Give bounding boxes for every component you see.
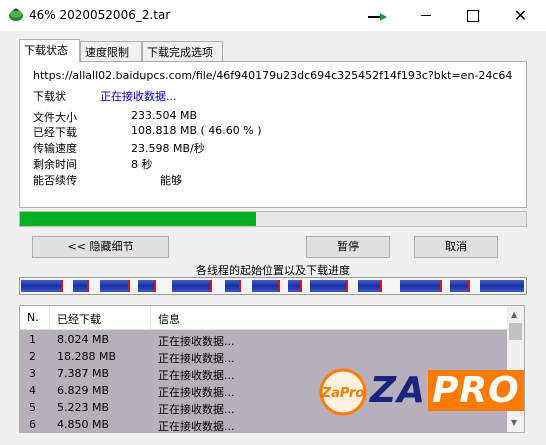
row-info: 正在接收数据...: [158, 403, 235, 416]
thread-marker: [87, 280, 89, 292]
row-downloaded: 5.223 MB: [57, 401, 110, 414]
column-header-info[interactable]: 信息: [158, 311, 180, 327]
column-divider[interactable]: [49, 306, 50, 330]
thread-segment: [138, 280, 154, 292]
pause-button[interactable]: 暂停: [306, 236, 390, 258]
tab-completion-options[interactable]: 下载完成选项: [142, 41, 223, 61]
row-downloaded: 7.387 MB: [57, 367, 110, 380]
thread-segment: [100, 280, 128, 292]
thread-segment: [73, 280, 87, 292]
tab-speed-limit[interactable]: 速度限制: [80, 41, 142, 61]
download-dialog: 下载状态 速度限制 下载完成选项 https://allall02.baidup…: [0, 31, 546, 445]
tab-download-status[interactable]: 下载状态: [19, 39, 80, 62]
table-row[interactable]: 6 4.850 MB 正在接收数据...: [20, 416, 507, 433]
column-header-number[interactable]: N.: [27, 311, 39, 324]
status-value: 正在接收数据...: [100, 90, 177, 103]
row-downloaded: 4.850 MB: [57, 418, 110, 431]
close-button[interactable]: ✕: [495, 0, 546, 31]
idm-app-icon: [9, 8, 23, 21]
column-divider[interactable]: [150, 306, 151, 330]
thread-marker: [154, 280, 156, 292]
thread-marker: [61, 280, 63, 292]
window-title: 46% 2020052006_2.tar: [29, 8, 171, 22]
row-downloaded: 8.024 MB: [57, 333, 110, 346]
list-header: N. 已经下载 信息: [20, 306, 507, 330]
thread-marker: [210, 280, 212, 292]
row-number: 6: [29, 418, 36, 431]
thread-marker: [468, 280, 470, 292]
thread-marker: [128, 280, 130, 292]
status-panel: https://allall02.baidupcs.com/file/46f94…: [19, 61, 527, 208]
row-info: 正在接收数据...: [158, 352, 235, 365]
row-number: 5: [29, 401, 36, 414]
remaining-time-label: 剩余时间: [33, 158, 77, 171]
thread-marker: [346, 280, 348, 292]
scrollbar-thumb[interactable]: [509, 323, 522, 340]
thread-segment: [400, 280, 440, 292]
badge-text: ZaPro: [321, 386, 365, 401]
download-url: https://allall02.baidupcs.com/file/46f94…: [33, 69, 513, 82]
thread-segment: [450, 280, 468, 292]
thread-segment: [172, 280, 210, 292]
hide-details-button[interactable]: << 隐藏细节: [32, 236, 169, 258]
file-size-value: 233.504 MB: [131, 109, 198, 122]
speed-value: 23.598 MB/秒: [131, 142, 205, 155]
table-row[interactable]: 2 18.288 MB 正在接收数据...: [20, 348, 507, 365]
row-info: 正在接收数据...: [158, 335, 235, 348]
speed-label: 传输速度: [33, 142, 77, 155]
resume-label: 能否续传: [33, 174, 77, 187]
logo-za: ZA: [370, 370, 426, 411]
download-progress-bar: [19, 211, 527, 227]
zapro-badge-icon: ZaPro: [319, 368, 367, 416]
thread-segment: [480, 280, 524, 292]
thread-segment: [225, 280, 239, 292]
scroll-up-icon[interactable]: ▲: [511, 310, 517, 319]
thread-segment: [21, 280, 61, 292]
table-row[interactable]: 1 8.024 MB 正在接收数据...: [20, 331, 507, 348]
scroll-down-icon[interactable]: ▼: [511, 418, 517, 427]
row-number: 2: [29, 350, 36, 363]
thread-segment: [252, 280, 278, 292]
progress-fill: [20, 212, 256, 226]
row-number: 3: [29, 367, 36, 380]
downloaded-value: 108.818 MB ( 46.60 % ): [131, 124, 262, 137]
vertical-scrollbar[interactable]: ▲ ▼: [507, 306, 524, 432]
row-number: 4: [29, 384, 36, 397]
row-info: 正在接收数据...: [158, 420, 235, 433]
thread-segment: [288, 280, 300, 292]
row-number: 1: [29, 333, 36, 346]
minimize-button[interactable]: [403, 0, 449, 31]
remaining-time-value: 8 秒: [131, 158, 153, 171]
resume-value: 能够: [160, 174, 182, 187]
downloaded-label: 已经下载: [33, 126, 77, 139]
thread-marker: [300, 280, 302, 292]
status-label: 下载状: [33, 90, 66, 103]
thread-segment: [310, 280, 346, 292]
file-size-label: 文件大小: [33, 111, 77, 124]
thread-segment: [358, 280, 380, 292]
title-bar: 46% 2020052006_2.tar ✕: [0, 0, 546, 31]
thread-marker: [278, 280, 280, 292]
cancel-button[interactable]: 取消: [414, 236, 498, 258]
zapro-logo-text: ZA PRO: [370, 370, 524, 411]
row-downloaded: 18.288 MB: [57, 350, 117, 363]
download-arrow-icon: [368, 13, 387, 21]
column-header-downloaded[interactable]: 已经下载: [57, 311, 101, 327]
logo-pro: PRO: [427, 370, 524, 411]
thread-segments-bar: [19, 277, 527, 295]
row-downloaded: 6.829 MB: [57, 384, 110, 397]
thread-marker: [239, 280, 241, 292]
maximize-button[interactable]: [449, 0, 495, 31]
zapro-watermark-logo: ZaPro ZA PRO: [318, 367, 524, 417]
row-info: 正在接收数据...: [158, 386, 235, 399]
thread-marker: [440, 280, 442, 292]
row-info: 正在接收数据...: [158, 369, 235, 382]
threads-progress-title: 各线程的起始位置以及下载进度: [196, 264, 350, 277]
thread-marker: [380, 280, 382, 292]
